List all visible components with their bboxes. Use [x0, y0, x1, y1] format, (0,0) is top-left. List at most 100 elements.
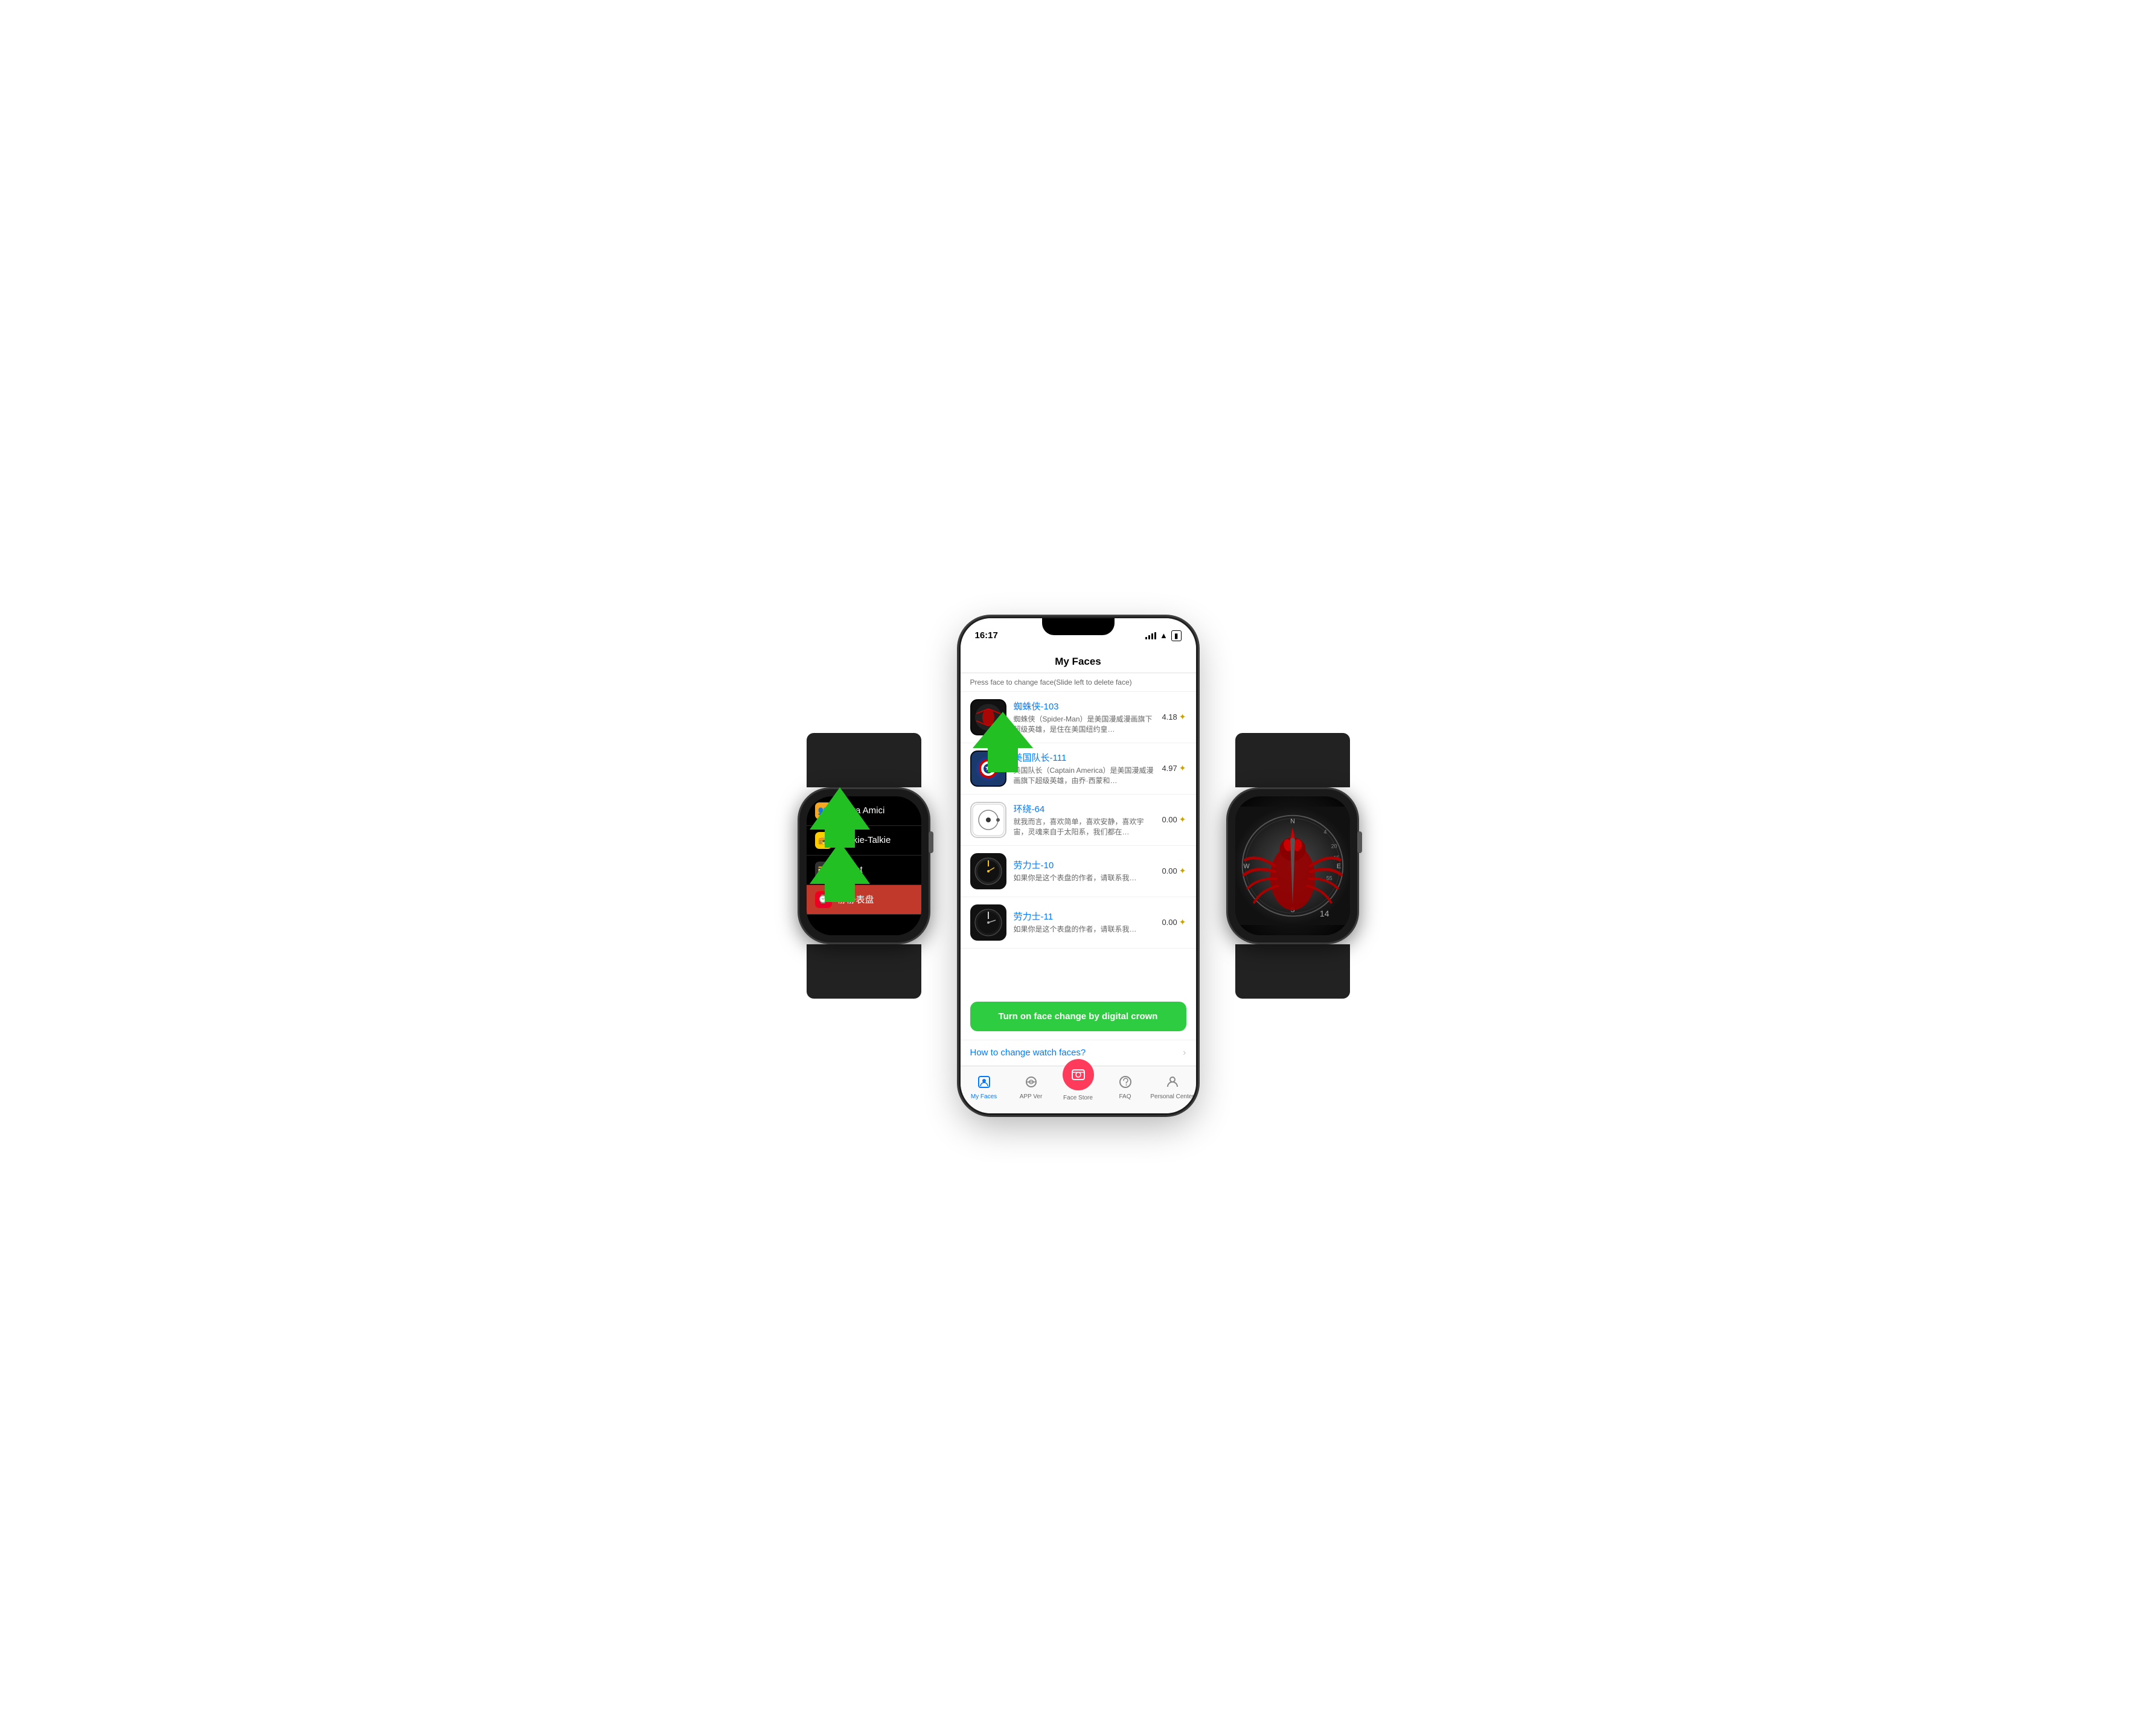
face-info-4: 劳力士-10 如果你是这个表盘的作者，请联系我…: [1014, 859, 1157, 883]
tab-app-ver-label: APP Ver: [1020, 1093, 1043, 1100]
watch-screen-right: N S W E 4 20 15 55: [1235, 796, 1350, 935]
face-thumb-5: [970, 904, 1006, 941]
page-title: My Faces: [961, 648, 1196, 673]
tab-my-faces[interactable]: My Faces: [961, 1072, 1008, 1100]
face-rating-5: 0.00 ✦: [1162, 917, 1186, 927]
tab-face-store[interactable]: Face Store: [1055, 1071, 1102, 1101]
face-thumb-1: [970, 699, 1006, 735]
status-bar: 16:17 ▲ ▮: [961, 618, 1196, 648]
face-info-2: 美国队长-111 美国队长（Captain America）是美国漫威漫画旗下超…: [1014, 751, 1157, 786]
trova-label: Trova Amici: [838, 805, 885, 816]
watch-band-top-left: [807, 733, 921, 787]
wallet-label: Wallet: [838, 865, 863, 875]
tab-app-ver[interactable]: APP Ver: [1008, 1072, 1055, 1100]
face-item-1[interactable]: 蜘蛛侠-103 蜘蛛侠（Spider-Man）是美国漫威漫画旗下超级英雄，是住在…: [961, 692, 1196, 743]
star-icon-1: ✦: [1179, 712, 1186, 722]
face-thumb-3: [970, 802, 1006, 838]
rating-value-5: 0.00: [1162, 918, 1177, 927]
how-to-label: How to change watch faces?: [970, 1048, 1086, 1058]
watch-menu-trova: 👥 Trova Amici: [807, 796, 921, 826]
rating-value-3: 0.00: [1162, 815, 1177, 824]
page-subtitle: Press face to change face(Slide left to …: [961, 673, 1196, 692]
watch-band-top-right: [1235, 733, 1350, 787]
tab-faq[interactable]: FAQ: [1102, 1072, 1149, 1100]
tab-faq-label: FAQ: [1119, 1093, 1131, 1100]
tab-my-faces-icon: [974, 1072, 994, 1092]
main-scene: 👥 Trova Amici 📻 Walkie-Talkie 💳 Wallet ⌚…: [716, 618, 1441, 1113]
status-icons: ▲ ▮: [1145, 630, 1181, 641]
face-title-3: 环绕-64: [1014, 802, 1157, 815]
face-list[interactable]: 蜘蛛侠-103 蜘蛛侠（Spider-Man）是美国漫威漫画旗下超级英雄，是住在…: [961, 692, 1196, 993]
watch-number: 14: [1320, 909, 1329, 918]
watch-menu-walkie: 📻 Walkie-Talkie: [807, 826, 921, 856]
signal-bars: [1145, 632, 1156, 639]
face-item-3[interactable]: 环绕-64 就我而言，喜欢简单，喜欢安静，喜欢宇宙，灵魂来自于太阳系，我们都在……: [961, 795, 1196, 846]
face-title-1: 蜘蛛侠-103: [1014, 700, 1157, 712]
rating-value-1: 4.18: [1162, 712, 1177, 722]
face-info-3: 环绕-64 就我而言，喜欢简单，喜欢安静，喜欢宇宙，灵魂来自于太阳系，我们都在…: [1014, 802, 1157, 837]
chevron-right-icon: ›: [1183, 1048, 1186, 1058]
signal-bar-2: [1148, 635, 1150, 639]
tab-personal-center[interactable]: Personal Center: [1149, 1072, 1196, 1100]
face-desc-2: 美国队长（Captain America）是美国漫威漫画旗下超级英雄，由乔·西蒙…: [1014, 766, 1157, 786]
svg-text:N: N: [1290, 818, 1295, 825]
battery-icon: ▮: [1171, 630, 1182, 641]
watch-right: N S W E 4 20 15 55: [1226, 733, 1359, 999]
star-icon-2: ✦: [1179, 763, 1186, 773]
face-item-4[interactable]: 劳力士-10 如果你是这个表盘的作者，请联系我… 0.00 ✦: [961, 846, 1196, 897]
face-desc-3: 就我而言，喜欢简单，喜欢安静，喜欢宇宙，灵魂来自于太阳系，我们都在…: [1014, 817, 1157, 837]
app-content: My Faces Press face to change face(Slide…: [961, 648, 1196, 1066]
face-desc-4: 如果你是这个表盘的作者，请联系我…: [1014, 873, 1157, 883]
face-title-5: 劳力士-11: [1014, 910, 1157, 923]
star-icon-4: ✦: [1179, 866, 1186, 876]
face-desc-1: 蜘蛛侠（Spider-Man）是美国漫威漫画旗下超级英雄，是住在美国纽约皇…: [1014, 714, 1157, 735]
face-rating-3: 0.00 ✦: [1162, 814, 1186, 825]
tab-faq-icon: [1116, 1072, 1135, 1092]
signal-bar-3: [1151, 633, 1153, 639]
tab-personal-center-label: Personal Center: [1150, 1093, 1194, 1100]
face-info-1: 蜘蛛侠-103 蜘蛛侠（Spider-Man）是美国漫威漫画旗下超级英雄，是住在…: [1014, 700, 1157, 735]
tab-personal-center-icon: [1163, 1072, 1182, 1092]
wifi-icon: ▲: [1160, 631, 1168, 640]
face-rating-1: 4.18 ✦: [1162, 712, 1186, 722]
tab-app-ver-icon: [1022, 1072, 1041, 1092]
svg-text:4: 4: [1323, 829, 1326, 835]
svg-text:E: E: [1336, 862, 1340, 869]
face-info-5: 劳力士-11 如果你是这个表盘的作者，请联系我…: [1014, 910, 1157, 935]
iphone: 16:17 ▲ ▮ My Faces Press face to change …: [961, 618, 1196, 1113]
jing-icon: ⌚: [815, 891, 832, 908]
trova-icon: 👥: [815, 802, 832, 819]
face-item-5[interactable]: 劳力士-11 如果你是这个表盘的作者，请联系我… 0.00 ✦: [961, 897, 1196, 949]
watch-crown-right: [1357, 831, 1362, 853]
watch-menu-jing: ⌚ 静静表盘: [807, 885, 921, 915]
watch-band-bottom-left: [807, 944, 921, 999]
watch-left: 👥 Trova Amici 📻 Walkie-Talkie 💳 Wallet ⌚…: [798, 733, 930, 999]
tab-my-faces-label: My Faces: [971, 1093, 997, 1100]
walkie-icon: 📻: [815, 832, 832, 849]
watch-menu-wallet: 💳 Wallet: [807, 856, 921, 885]
star-icon-5: ✦: [1179, 917, 1186, 927]
face-desc-5: 如果你是这个表盘的作者，请联系我…: [1014, 924, 1157, 935]
rating-value-2: 4.97: [1162, 764, 1177, 773]
signal-bar-1: [1145, 637, 1147, 639]
jing-label: 静静表盘: [838, 893, 874, 906]
face-rating-4: 0.00 ✦: [1162, 866, 1186, 876]
face-title-4: 劳力士-10: [1014, 859, 1157, 871]
walkie-label: Walkie-Talkie: [838, 835, 891, 845]
svg-text:W: W: [1243, 862, 1250, 869]
tab-face-store-icon: [1063, 1059, 1094, 1090]
watch-band-bottom-right: [1235, 944, 1350, 999]
notch: [1042, 618, 1115, 635]
face-item-2[interactable]: 美国队长-111 美国队长（Captain America）是美国漫威漫画旗下超…: [961, 743, 1196, 795]
watch-body-right: N S W E 4 20 15 55: [1226, 787, 1359, 944]
wallet-icon: 💳: [815, 862, 832, 878]
digital-crown-button[interactable]: Turn on face change by digital crown: [970, 1002, 1186, 1031]
face-thumb-2: [970, 750, 1006, 787]
tab-face-store-label: Face Store: [1063, 1095, 1093, 1101]
rating-value-4: 0.00: [1162, 866, 1177, 875]
face-thumb-4: [970, 853, 1006, 889]
face-title-2: 美国队长-111: [1014, 751, 1157, 764]
star-icon-3: ✦: [1179, 814, 1186, 825]
watch-screen-left: 👥 Trova Amici 📻 Walkie-Talkie 💳 Wallet ⌚…: [807, 796, 921, 935]
watch-crown-left: [929, 831, 933, 853]
